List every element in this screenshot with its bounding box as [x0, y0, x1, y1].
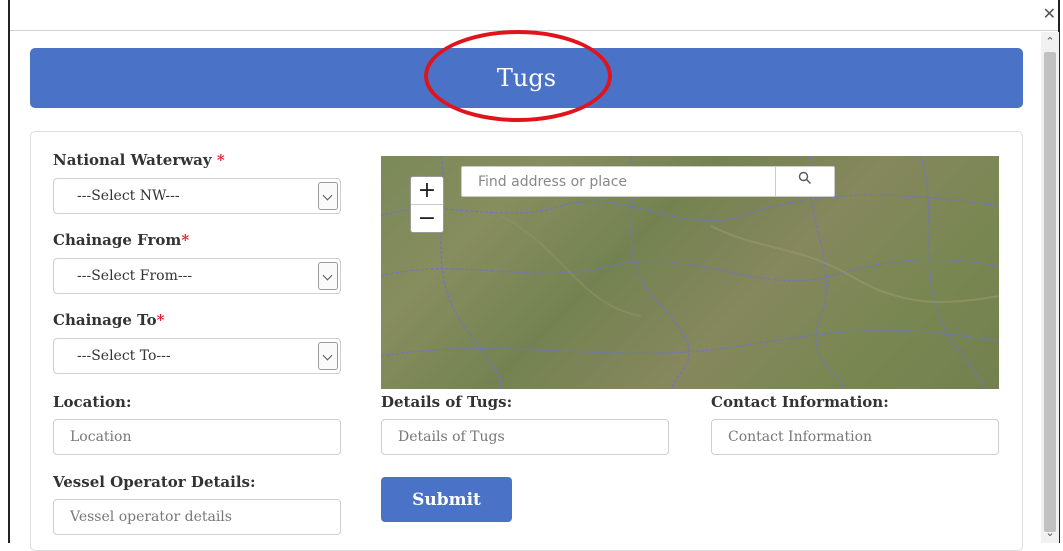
vertical-scrollbar[interactable]: ⌃ ⌄	[1041, 32, 1059, 543]
close-icon[interactable]: ✕	[1043, 6, 1056, 22]
location-input[interactable]	[53, 419, 341, 455]
chevron-down-icon[interactable]	[318, 182, 338, 210]
dialog-titlebar: ✕	[10, 0, 1060, 31]
map-search-input[interactable]	[462, 167, 774, 196]
scroll-down-icon[interactable]: ⌄	[1041, 525, 1059, 541]
zoom-in-button[interactable]: +	[411, 177, 443, 205]
vessel-operator-input[interactable]	[53, 499, 341, 535]
scroll-thumb[interactable]	[1044, 52, 1056, 532]
chainage-to-value: ---Select To---	[77, 348, 171, 364]
chainage-from-value: ---Select From---	[77, 268, 193, 284]
details-of-tugs-input[interactable]	[381, 419, 669, 455]
map-zoom-control: + −	[410, 176, 444, 233]
required-marker: *	[156, 311, 165, 329]
zoom-out-button[interactable]: −	[411, 205, 443, 232]
chainage-to-select[interactable]: ---Select To---	[53, 338, 341, 374]
required-marker: *	[181, 231, 190, 249]
vessel-operator-label: Vessel Operator Details:	[53, 473, 256, 491]
scroll-up-icon[interactable]: ⌃	[1041, 34, 1059, 50]
chainage-from-select[interactable]: ---Select From---	[53, 258, 341, 294]
location-label: Location:	[53, 393, 132, 411]
required-marker: *	[216, 151, 225, 169]
details-of-tugs-label: Details of Tugs:	[381, 393, 513, 411]
chainage-to-label: Chainage To*	[53, 311, 165, 329]
submit-button[interactable]: Submit	[381, 477, 512, 522]
national-waterway-select[interactable]: ---Select NW---	[53, 178, 341, 214]
chainage-from-label: Chainage From*	[53, 231, 190, 249]
map-search-box	[461, 166, 835, 197]
national-waterway-label: National Waterway *	[53, 151, 225, 169]
contact-information-label: Contact Information:	[711, 393, 889, 411]
search-icon[interactable]	[775, 167, 834, 196]
page-title: Tugs	[30, 48, 1023, 108]
chevron-down-icon[interactable]	[318, 262, 338, 290]
national-waterway-value: ---Select NW---	[77, 188, 180, 204]
chevron-down-icon[interactable]	[318, 342, 338, 370]
contact-information-input[interactable]	[711, 419, 999, 455]
